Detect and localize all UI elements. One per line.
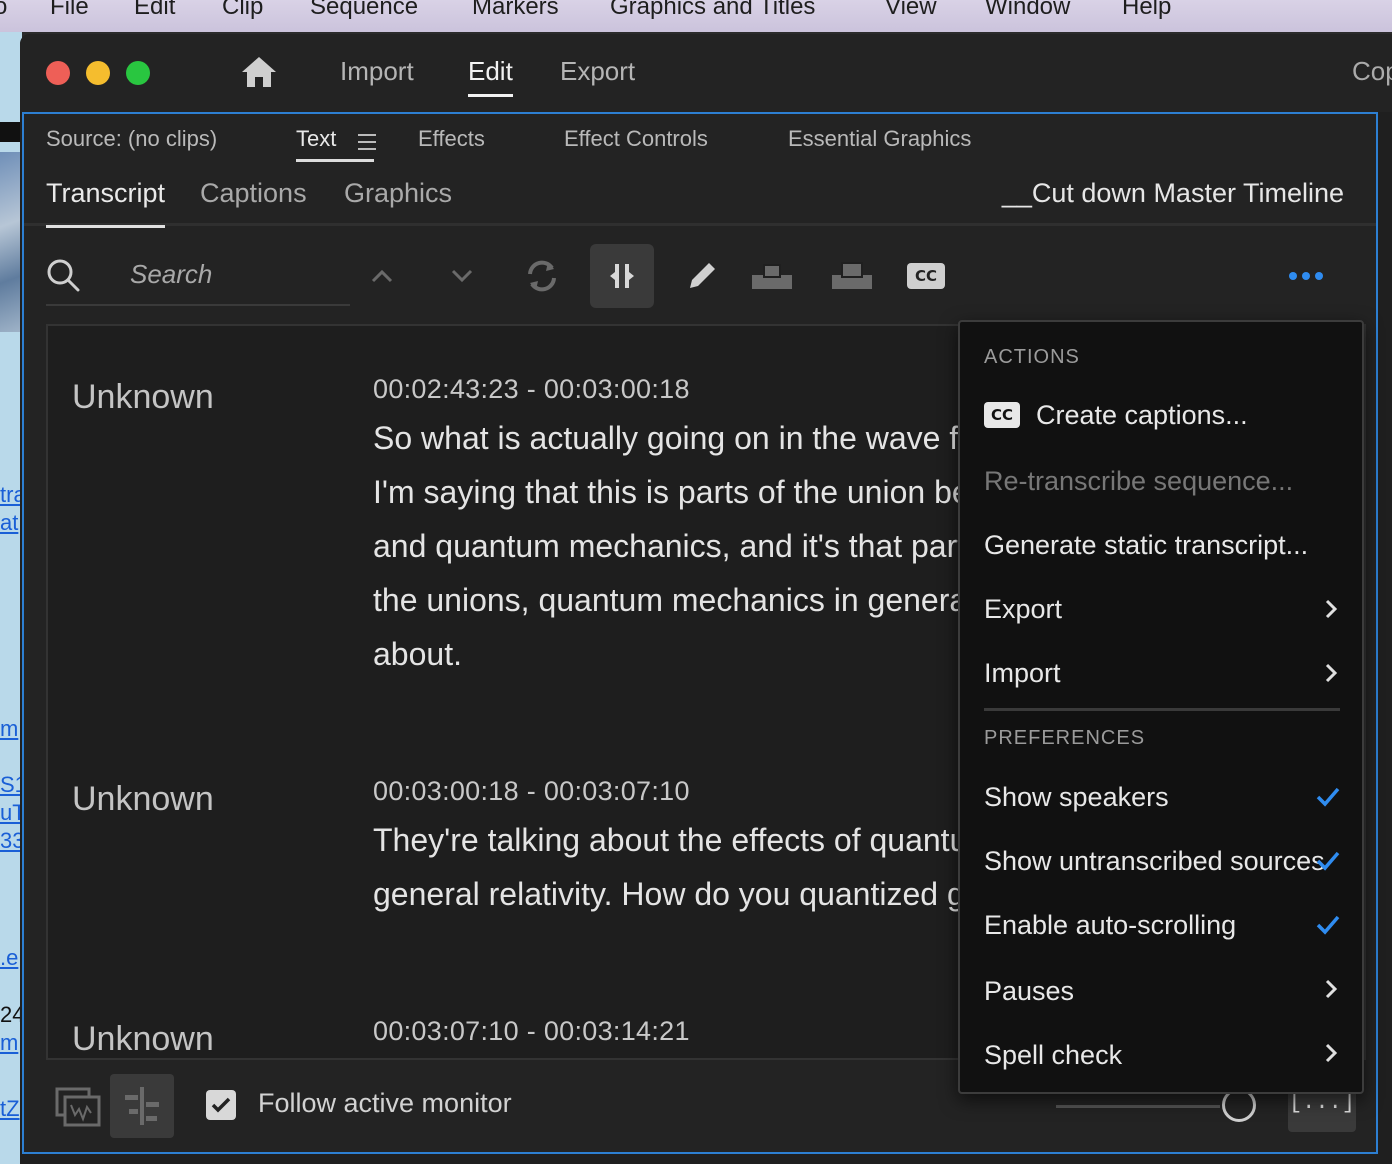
nav-cut-off-item[interactable]: Cop [1352,56,1392,87]
zoom-slider-track[interactable] [1056,1105,1220,1108]
segment-timecode: 00:03:00:18 - 00:03:07:10 [373,776,690,806]
background-window: tra at m S1 uT 33 .e 24 m tZ [0,32,27,1164]
timeline-icon [125,1087,159,1125]
menu-item-pauses[interactable]: Pauses [984,976,1074,1007]
background-link[interactable]: m [0,1030,18,1056]
menu-help[interactable]: Help [1122,0,1171,21]
panel-tab-row: Source: (no clips) Text Effects Effect C… [24,114,1376,168]
tab-essential-graphics[interactable]: Essential Graphics [788,126,971,152]
checkmark-icon [1316,915,1340,935]
menu-item-auto-scrolling[interactable]: Enable auto-scrolling [984,910,1236,941]
tab-text[interactable]: Text [296,126,375,162]
search-input[interactable] [130,254,340,294]
background-link[interactable]: at [0,510,18,536]
cc-icon: CC [907,263,945,289]
pencil-icon [690,263,715,288]
nav-export[interactable]: Export [560,56,635,87]
segment-timecode: 00:03:07:10 - 00:03:14:21 [373,1016,690,1046]
menu-item-create-captions[interactable]: Create captions... [1036,400,1248,431]
ellipsis-icon [1289,272,1323,280]
insert-button[interactable] [740,244,804,308]
menu-item-show-untranscribed[interactable]: Show untranscribed sources [984,846,1325,877]
speaker-name[interactable]: Unknown [72,780,214,819]
background-image [0,152,22,332]
more-options-button[interactable] [1274,244,1338,308]
tab-captions[interactable]: Captions [200,178,307,209]
menu-window[interactable]: Window [985,0,1070,21]
checkmark-icon [211,1097,231,1113]
more-options-menu: ACTIONS CC Create captions... Re-transcr… [958,320,1364,1094]
checkmark-icon [1316,851,1340,871]
menu-graphics-and-titles[interactable]: Graphics and Titles [610,0,815,21]
timeline-monitor-button[interactable] [110,1074,174,1138]
nav-edit[interactable]: Edit [468,56,513,97]
tab-transcript[interactable]: Transcript [46,178,166,228]
menu-view[interactable]: View [885,0,937,21]
menu-markers[interactable]: Markers [472,0,559,21]
minimize-window-button[interactable] [86,61,110,85]
refresh-icon [528,260,556,292]
chevron-right-icon [1325,1043,1338,1063]
menu-edit[interactable]: Edit [134,0,175,21]
split-segment-button[interactable] [590,244,654,308]
chevron-right-icon [1325,599,1338,619]
checkmark-icon [1316,787,1340,807]
sequence-name: __Cut down Master Timeline [1001,178,1344,208]
chevron-right-icon [1325,979,1338,999]
text-subtab-row: Transcript Captions Graphics __Cut down … [24,168,1376,228]
menu-file[interactable]: File [50,0,89,21]
menu-clip[interactable]: Clip [222,0,263,21]
menu-separator [984,708,1340,711]
chevron-right-icon [1325,663,1338,683]
create-captions-toolbar-button[interactable]: CC [894,244,958,308]
tab-graphics[interactable]: Graphics [344,178,452,209]
replace-button[interactable] [510,244,574,308]
overwrite-button[interactable] [820,244,884,308]
speaker-name[interactable]: Unknown [72,1020,214,1058]
menu-item-generate-static-transcript[interactable]: Generate static transcript... [984,530,1308,561]
close-window-button[interactable] [46,61,70,85]
menu-app[interactable]: o [0,0,7,21]
title-bar: Import Edit Export Cop [20,34,1392,112]
menu-item-spell-check[interactable]: Spell check [984,1040,1122,1071]
next-result-button[interactable] [430,244,494,308]
follow-monitor-checkbox[interactable] [206,1090,236,1120]
menu-item-show-speakers[interactable]: Show speakers [984,782,1169,813]
menu-item-import[interactable]: Import [984,658,1061,689]
insert-icon [752,264,792,289]
mac-menu-bar: o File Edit Clip Sequence Markers Graphi… [0,0,1392,32]
home-icon[interactable] [240,54,278,90]
menu-item-export[interactable]: Export [984,594,1062,625]
background-link[interactable]: .e [0,945,18,971]
nav-import[interactable]: Import [340,56,414,87]
chevron-up-icon [371,269,393,283]
tab-effects[interactable]: Effects [418,126,485,152]
overwrite-icon [832,262,872,289]
menu-section-actions: ACTIONS [984,346,1080,368]
search-icon [47,259,80,292]
segment-timecode: 00:02:43:23 - 00:03:00:18 [373,374,690,404]
film-strip-icon [55,1087,101,1127]
menu-item-retranscribe: Re-transcribe sequence... [984,466,1294,496]
tab-effect-controls[interactable]: Effect Controls [564,126,708,152]
menu-sequence[interactable]: Sequence [310,0,418,21]
background-link[interactable]: tZ [0,1096,20,1122]
cc-icon: CC [984,402,1020,428]
panel-menu-icon[interactable] [358,134,376,150]
background-window-bar [0,122,22,142]
search-box [46,242,350,306]
speaker-name[interactable]: Unknown [72,378,214,417]
tab-source[interactable]: Source: (no clips) [46,126,217,152]
source-monitor-button[interactable] [46,1074,110,1138]
transcript-toolbar: CC [24,242,1376,308]
menu-section-preferences: PREFERENCES [984,727,1146,749]
zoom-window-button[interactable] [126,61,150,85]
chevron-down-icon [451,269,473,283]
background-link[interactable]: m [0,716,18,742]
edit-button[interactable] [670,244,734,308]
previous-result-button[interactable] [350,244,414,308]
follow-monitor-label: Follow active monitor [258,1088,512,1118]
split-icon [610,264,634,288]
